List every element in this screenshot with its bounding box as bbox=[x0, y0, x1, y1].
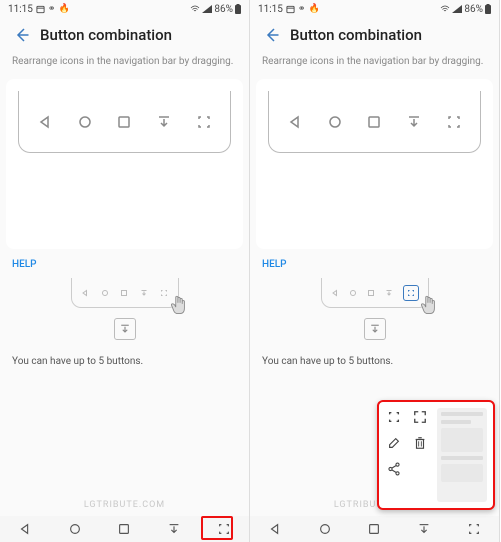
recent-square-icon bbox=[367, 289, 375, 297]
back-triangle-icon[interactable] bbox=[18, 522, 32, 536]
fire-icon: 🔥 bbox=[308, 4, 319, 14]
calendar-icon bbox=[36, 5, 45, 14]
nav-frame[interactable] bbox=[268, 91, 481, 153]
signal-icon bbox=[202, 5, 212, 13]
help-text: You can have up to 5 buttons. bbox=[250, 340, 499, 383]
home-circle-icon[interactable] bbox=[68, 522, 82, 536]
home-circle-icon bbox=[349, 289, 357, 297]
notification-down-icon bbox=[385, 289, 393, 297]
recent-square-icon[interactable] bbox=[116, 114, 132, 130]
link-icon: ⚭ bbox=[48, 4, 56, 14]
notification-down-icon bbox=[119, 323, 131, 335]
home-circle-icon bbox=[101, 289, 109, 297]
back-arrow-icon[interactable] bbox=[262, 26, 280, 44]
signal-icon bbox=[452, 5, 462, 13]
page-title: Button combination bbox=[40, 26, 172, 44]
help-graphic bbox=[250, 278, 499, 340]
capture-corners-icon[interactable] bbox=[196, 114, 212, 130]
back-triangle-icon bbox=[331, 289, 339, 297]
share-icon[interactable] bbox=[387, 462, 401, 476]
home-circle-icon[interactable] bbox=[77, 114, 93, 130]
calendar-icon bbox=[286, 5, 295, 14]
battery-icon bbox=[235, 4, 241, 14]
notification-down-icon[interactable] bbox=[406, 114, 422, 130]
capture-corners-icon bbox=[407, 289, 415, 297]
edit-icon[interactable] bbox=[387, 436, 401, 450]
help-label: HELP bbox=[250, 249, 499, 276]
battery-pct: 86% bbox=[464, 4, 483, 15]
back-triangle-icon[interactable] bbox=[37, 114, 53, 130]
nav-preview bbox=[256, 79, 493, 249]
recent-square-icon[interactable] bbox=[366, 114, 382, 130]
status-time: 11:15 bbox=[8, 4, 33, 15]
recent-square-icon[interactable] bbox=[367, 522, 381, 536]
notification-down-icon[interactable] bbox=[156, 114, 172, 130]
nav-frame[interactable] bbox=[18, 91, 231, 153]
page-title: Button combination bbox=[290, 26, 422, 44]
back-triangle-icon bbox=[81, 289, 89, 297]
status-time: 11:15 bbox=[258, 4, 283, 15]
nav-preview bbox=[6, 79, 243, 249]
home-circle-icon[interactable] bbox=[318, 522, 332, 536]
subtitle: Rearrange icons in the navigation bar by… bbox=[0, 52, 249, 75]
battery-pct: 86% bbox=[214, 4, 233, 15]
back-arrow-icon[interactable] bbox=[12, 26, 30, 44]
notification-down-icon bbox=[140, 289, 148, 297]
capture-corners-icon[interactable] bbox=[467, 522, 481, 536]
watermark: LGTRIBUTE.COM bbox=[84, 500, 165, 510]
hand-icon bbox=[416, 293, 442, 319]
header: Button combination bbox=[250, 18, 499, 52]
notification-down-icon[interactable] bbox=[417, 522, 431, 536]
home-circle-icon[interactable] bbox=[327, 114, 343, 130]
status-bar: 11:15 ⚭ 🔥 86% bbox=[250, 0, 499, 18]
recent-square-icon[interactable] bbox=[117, 522, 131, 536]
status-bar: 11:15 ⚭ 🔥 86% bbox=[0, 0, 249, 18]
subtitle: Rearrange icons in the navigation bar by… bbox=[250, 52, 499, 75]
notification-down-icon bbox=[369, 323, 381, 335]
capture-corners-icon[interactable] bbox=[387, 410, 401, 424]
capture-corners-icon[interactable] bbox=[446, 114, 462, 130]
battery-icon bbox=[485, 4, 491, 14]
help-graphic bbox=[0, 278, 249, 340]
hand-icon bbox=[166, 293, 192, 319]
recent-square-icon bbox=[120, 289, 128, 297]
expand-icon[interactable] bbox=[413, 410, 427, 424]
drop-target bbox=[114, 318, 136, 340]
delete-icon[interactable] bbox=[413, 436, 427, 450]
wifi-icon bbox=[190, 5, 200, 13]
mini-nav-frame bbox=[321, 278, 429, 308]
back-triangle-icon[interactable] bbox=[268, 522, 282, 536]
mini-nav-frame bbox=[71, 278, 179, 308]
notification-down-icon[interactable] bbox=[167, 522, 181, 536]
fire-icon: 🔥 bbox=[58, 4, 69, 14]
highlight-box bbox=[201, 516, 233, 540]
capture-popup bbox=[377, 400, 495, 510]
link-icon: ⚭ bbox=[298, 4, 306, 14]
screenshot-thumbnail[interactable] bbox=[437, 408, 487, 502]
wifi-icon bbox=[440, 5, 450, 13]
help-text: You can have up to 5 buttons. bbox=[0, 340, 249, 383]
header: Button combination bbox=[0, 18, 249, 52]
system-navbar bbox=[250, 516, 499, 542]
back-triangle-icon[interactable] bbox=[287, 114, 303, 130]
help-label: HELP bbox=[0, 249, 249, 276]
drop-target bbox=[364, 318, 386, 340]
